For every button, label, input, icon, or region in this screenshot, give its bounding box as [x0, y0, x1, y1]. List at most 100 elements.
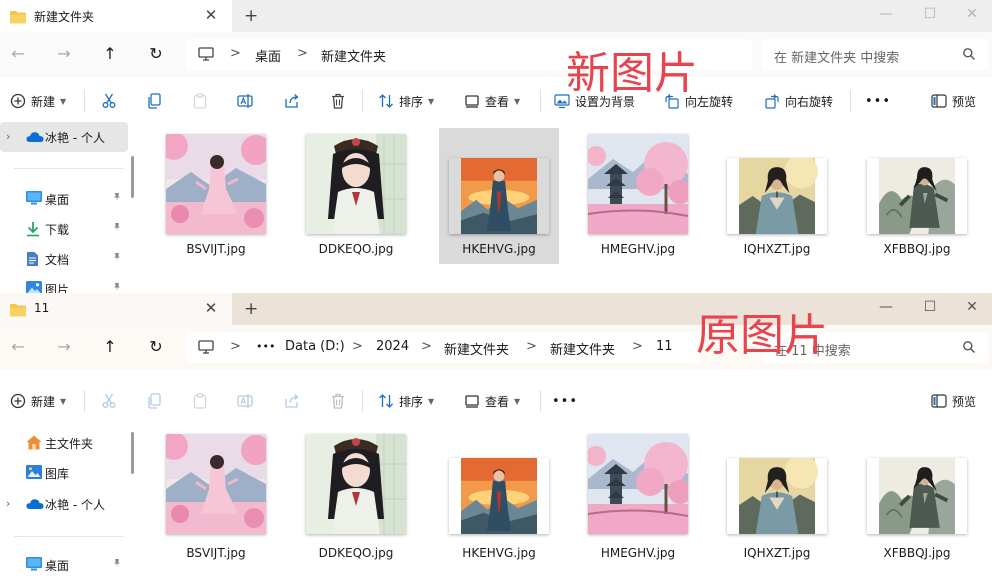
- preview-pane-button[interactable]: 预览: [931, 390, 976, 412]
- copy-button[interactable]: [146, 390, 162, 412]
- breadcrumb-item[interactable]: 11: [656, 339, 673, 354]
- view-button[interactable]: 查看 ▼: [464, 90, 520, 112]
- chevron-down-icon: ▼: [60, 396, 67, 406]
- annotation-new-image: 新图片: [566, 48, 698, 99]
- this-pc-icon[interactable]: [198, 340, 214, 354]
- view-button[interactable]: 查看 ▼: [464, 390, 520, 412]
- file-item[interactable]: HKEHVG.jpg: [439, 428, 559, 564]
- breadcrumb-item[interactable]: 2024: [376, 339, 409, 354]
- file-item[interactable]: IQHXZT.jpg: [717, 128, 837, 264]
- breadcrumb-item[interactable]: 桌面: [255, 46, 281, 65]
- delete-button[interactable]: [330, 90, 346, 112]
- chevron-down-icon: ▼: [514, 96, 521, 106]
- share-button[interactable]: [284, 390, 300, 412]
- delete-button[interactable]: [330, 390, 346, 412]
- close-window-button[interactable]: ✕: [950, 0, 992, 30]
- refresh-button[interactable]: ↻: [144, 337, 168, 357]
- rename-button[interactable]: [237, 90, 253, 112]
- image-thumbnail: [867, 158, 967, 234]
- share-button[interactable]: [284, 90, 300, 112]
- cut-button[interactable]: [101, 90, 117, 112]
- image-thumbnail: [867, 458, 967, 534]
- minimize-button[interactable]: —: [864, 293, 908, 323]
- new-tab-button[interactable]: +: [244, 6, 258, 26]
- breadcrumb-overflow[interactable]: •••: [256, 340, 275, 353]
- file-item[interactable]: XFBBQJ.jpg: [857, 428, 977, 564]
- breadcrumb-item[interactable]: 新建文件夹: [444, 339, 509, 358]
- sidebar-item-desktop[interactable]: 桌面: [0, 184, 128, 214]
- image-thumbnail: [727, 158, 827, 234]
- file-item-selected[interactable]: HKEHVG.jpg: [439, 128, 559, 264]
- tab-bar: 新建文件夹 ✕ + — ☐ ✕: [0, 0, 992, 32]
- copy-button[interactable]: [146, 90, 162, 112]
- file-item[interactable]: HMEGHV.jpg: [578, 428, 698, 564]
- this-pc-icon[interactable]: [198, 47, 214, 61]
- preview-pane-button[interactable]: 预览: [931, 90, 976, 112]
- chevron-right-icon[interactable]: ›: [6, 497, 10, 510]
- paste-button[interactable]: [192, 90, 208, 112]
- new-button[interactable]: 新建 ▼: [10, 90, 66, 112]
- tab-11[interactable]: 11 ✕: [0, 293, 232, 325]
- scissors-icon: [101, 393, 117, 409]
- sidebar-item-onedrive[interactable]: › 冰艳 - 个人: [0, 489, 128, 519]
- back-button[interactable]: ←: [6, 44, 30, 64]
- back-button[interactable]: ←: [6, 337, 30, 357]
- rename-button[interactable]: [237, 390, 253, 412]
- breadcrumb-item[interactable]: Data (D:): [285, 339, 345, 354]
- rotate-right-button[interactable]: 向右旋转: [764, 90, 833, 112]
- breadcrumb-item[interactable]: 新建文件夹: [550, 339, 615, 358]
- tab-close-icon[interactable]: ✕: [202, 6, 220, 24]
- tab-close-icon[interactable]: ✕: [202, 299, 220, 317]
- file-item[interactable]: DDKEQO.jpg: [296, 128, 416, 264]
- new-button[interactable]: 新建 ▼: [10, 390, 66, 412]
- sidebar-item-label: 主文件夹: [45, 437, 94, 451]
- sidebar-item-home[interactable]: 主文件夹: [0, 428, 128, 458]
- close-window-button[interactable]: ✕: [950, 293, 992, 323]
- breadcrumb-separator: >: [230, 46, 241, 61]
- up-button[interactable]: ↑: [98, 337, 122, 357]
- file-item[interactable]: XFBBQJ.jpg: [857, 128, 977, 264]
- chevron-right-icon[interactable]: ›: [6, 130, 10, 143]
- minimize-button[interactable]: —: [864, 0, 908, 30]
- cut-button[interactable]: [101, 390, 117, 412]
- maximize-button[interactable]: ☐: [908, 0, 952, 30]
- breadcrumb-item[interactable]: 新建文件夹: [321, 46, 386, 65]
- sidebar-scrollbar[interactable]: [131, 156, 134, 198]
- file-item[interactable]: DDKEQO.jpg: [296, 428, 416, 564]
- tab-bar: 11 ✕ + — ☐ ✕: [0, 293, 992, 325]
- file-item[interactable]: BSVIJT.jpg: [156, 128, 276, 264]
- sidebar-item-gallery[interactable]: 图库: [0, 458, 128, 488]
- file-item[interactable]: IQHXZT.jpg: [717, 428, 837, 564]
- refresh-button[interactable]: ↻: [144, 44, 168, 64]
- sidebar-item-documents[interactable]: 文档: [0, 244, 128, 274]
- sidebar-item-downloads[interactable]: 下载: [0, 214, 128, 244]
- sort-button[interactable]: 排序 ▼: [378, 90, 434, 112]
- forward-button[interactable]: →: [52, 337, 76, 357]
- file-item[interactable]: HMEGHV.jpg: [578, 128, 698, 264]
- file-name: DDKEQO.jpg: [318, 546, 394, 560]
- new-tab-button[interactable]: +: [244, 299, 258, 319]
- sidebar-item-label: 冰艳 - 个人: [45, 498, 105, 512]
- download-icon: [26, 221, 40, 237]
- sidebar-item-pictures[interactable]: 图片: [0, 274, 128, 293]
- sidebar-item-onedrive[interactable]: › 冰艳 - 个人: [0, 122, 128, 152]
- sidebar-item-desktop[interactable]: 桌面: [0, 550, 128, 580]
- paste-button[interactable]: [192, 390, 208, 412]
- more-options-button[interactable]: •••: [552, 390, 578, 412]
- sort-button[interactable]: 排序 ▼: [378, 390, 434, 412]
- up-button[interactable]: ↑: [98, 44, 122, 64]
- forward-button[interactable]: →: [52, 44, 76, 64]
- folder-icon: [10, 10, 26, 24]
- breadcrumb[interactable]: > ••• Data (D:) > 2024 > 新建文件夹 > 新建文件夹 >…: [186, 332, 700, 363]
- image-thumbnail: [166, 434, 266, 534]
- search-input[interactable]: 在 新建文件夹 中搜索: [762, 39, 988, 70]
- tab-new-folder[interactable]: 新建文件夹 ✕: [0, 0, 232, 32]
- breadcrumb-separator: >: [632, 339, 643, 354]
- scissors-icon: [101, 93, 117, 109]
- divider: [850, 90, 851, 112]
- maximize-button[interactable]: ☐: [908, 293, 952, 323]
- more-options-button[interactable]: •••: [865, 90, 891, 112]
- file-item[interactable]: BSVIJT.jpg: [156, 428, 276, 564]
- sidebar-scrollbar[interactable]: [131, 432, 134, 474]
- new-icon: [10, 393, 26, 409]
